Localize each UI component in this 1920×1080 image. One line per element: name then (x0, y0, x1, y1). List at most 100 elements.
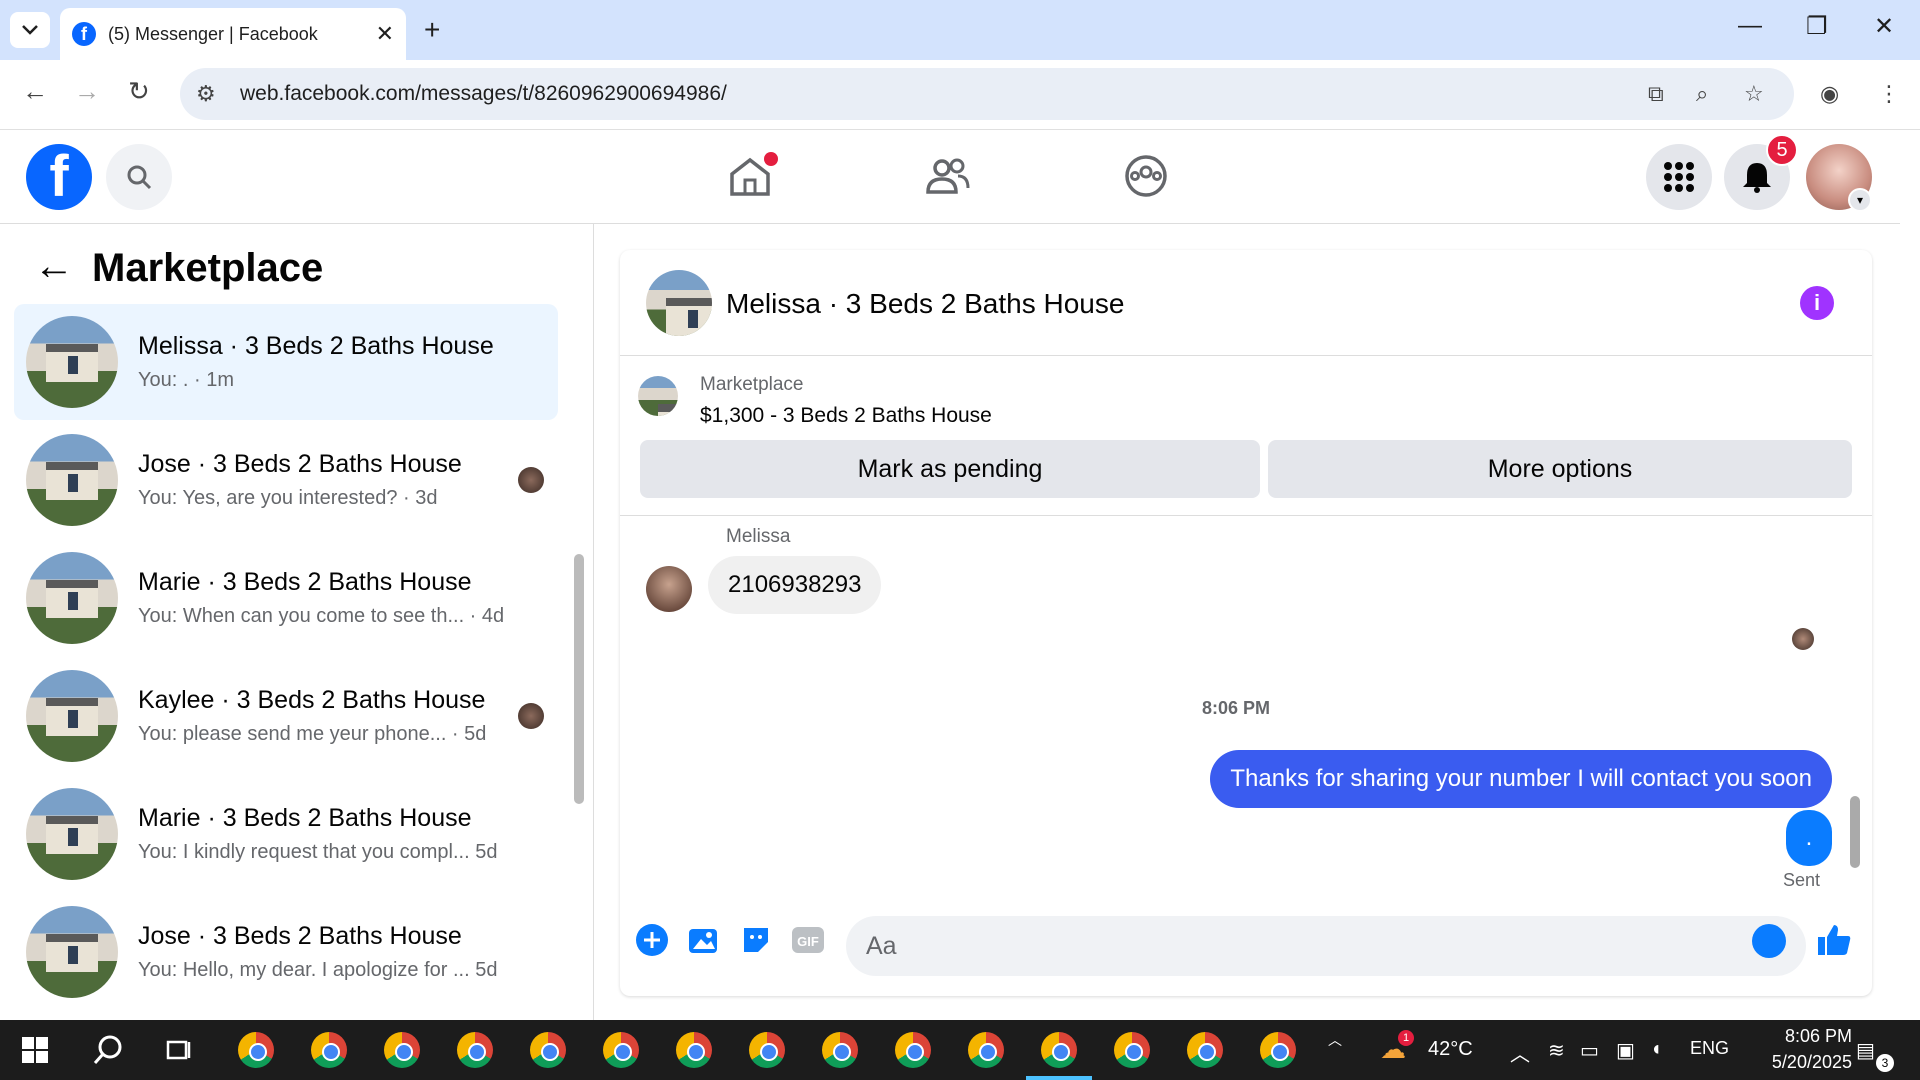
tab-search-button[interactable] (10, 12, 50, 48)
site-info-icon[interactable]: ⚙ (196, 81, 216, 107)
outgoing-message[interactable]: Thanks for sharing your number I will co… (1210, 750, 1832, 808)
chat-title[interactable]: Melissa · 3 Beds 2 Baths House (726, 288, 1124, 320)
conversation-item[interactable]: Marie · 3 Beds 2 Baths House You: I kind… (14, 776, 558, 892)
conversation-item[interactable]: Melissa · 3 Beds 2 Baths House You: . · … (14, 304, 558, 420)
outgoing-message[interactable]: . (1786, 810, 1832, 866)
sticker-button[interactable] (738, 922, 774, 958)
overflow-chevron-icon[interactable]: ︿ (1328, 1030, 1342, 1050)
chat-header: Melissa · 3 Beds 2 Baths House i (620, 250, 1872, 356)
conversation-sidebar: ← Marketplace Melissa · 3 Beds 2 Baths H… (0, 224, 594, 1020)
notification-center-icon[interactable]: ▤ (1856, 1038, 1875, 1063)
battery-icon[interactable]: ▭ (1580, 1038, 1599, 1063)
zoom-icon[interactable]: ⌕ (1696, 81, 1708, 107)
chrome-app-icon[interactable] (1187, 1032, 1223, 1068)
more-actions-button[interactable] (634, 922, 670, 958)
menu-button[interactable] (1646, 144, 1712, 210)
language-indicator[interactable]: ENG (1690, 1038, 1729, 1059)
chrome-app-icon[interactable] (1260, 1032, 1296, 1068)
search-button[interactable] (106, 144, 172, 210)
groups-icon (1125, 155, 1167, 197)
listing-thumbnail[interactable] (638, 376, 678, 416)
chrome-app-icon[interactable] (1114, 1032, 1150, 1068)
conversation-name: Jose · 3 Beds 2 Baths House (138, 922, 462, 950)
listing-thumbnail (26, 670, 118, 762)
svg-text:GIF: GIF (797, 934, 819, 949)
volume-icon[interactable]: ◖ (1650, 1038, 1662, 1061)
search-icon[interactable] (92, 1034, 124, 1066)
chrome-app-icon[interactable] (822, 1032, 858, 1068)
menu-icon[interactable]: ⋮ (1878, 81, 1900, 107)
restore-icon[interactable]: ❐ (1806, 12, 1828, 41)
chrome-app-icon[interactable] (311, 1032, 347, 1068)
like-button[interactable] (1816, 922, 1852, 958)
attach-photo-button[interactable] (686, 922, 722, 958)
close-tab-icon[interactable]: ✕ (376, 21, 394, 47)
conversation-preview: You: Hello, my dear. I apologize for ...… (138, 959, 498, 981)
back-icon[interactable]: ← (22, 76, 48, 107)
emoji-icon[interactable] (1752, 924, 1786, 958)
bookmark-star-icon[interactable]: ☆ (1744, 81, 1764, 107)
facebook-logo[interactable]: f (26, 144, 92, 210)
clock-time[interactable]: 8:06 PM (1752, 1026, 1852, 1047)
chat-scrollbar[interactable] (1850, 796, 1860, 868)
listing-label: Marketplace (700, 374, 804, 395)
install-app-icon[interactable]: ⧉ (1648, 81, 1664, 107)
minimize-icon[interactable]: — (1738, 12, 1762, 40)
profile-icon[interactable]: ◉ (1820, 81, 1839, 107)
close-window-icon[interactable]: ✕ (1874, 12, 1894, 41)
sidebar-scrollbar[interactable] (574, 554, 584, 804)
chrome-app-icon[interactable] (384, 1032, 420, 1068)
address-bar[interactable]: web.facebook.com/messages/t/826096290069… (180, 68, 1794, 120)
temperature[interactable]: 42°C (1428, 1038, 1473, 1061)
message-timestamp: 8:06 PM (1201, 698, 1271, 718)
browser-toolbar: ← → ↻ web.facebook.com/messages/t/826096… (0, 60, 1920, 130)
search-icon (127, 165, 152, 190)
marketplace-listing-card: Marketplace $1,300 - 3 Beds 2 Baths Hous… (620, 356, 1872, 516)
chrome-app-icon[interactable] (530, 1032, 566, 1068)
reload-icon[interactable]: ↻ (128, 76, 150, 107)
forward-icon[interactable]: → (74, 76, 100, 107)
conversation-item[interactable]: Kaylee · 3 Beds 2 Baths House You: pleas… (14, 658, 558, 774)
chat-panel: Melissa · 3 Beds 2 Baths House i Marketp… (620, 250, 1872, 996)
conversation-preview: You: I kindly request that you compl... … (138, 841, 498, 863)
message-input[interactable]: Aa (846, 916, 1806, 976)
sender-avatar[interactable] (646, 566, 692, 612)
listing-price[interactable]: $1,300 - 3 Beds 2 Baths House (700, 404, 992, 428)
conversation-item[interactable]: Marie · 3 Beds 2 Baths House You: When c… (14, 540, 558, 656)
seen-avatar (518, 467, 544, 493)
gif-button[interactable]: GIF (790, 922, 826, 958)
chrome-app-icon[interactable] (895, 1032, 931, 1068)
chrome-app-icon[interactable] (749, 1032, 785, 1068)
chat-listing-thumbnail[interactable] (646, 270, 712, 336)
task-view-icon[interactable] (164, 1036, 192, 1064)
friends-tab[interactable] (924, 152, 972, 205)
chrome-app-icon[interactable] (457, 1032, 493, 1068)
new-tab-icon[interactable]: + (424, 14, 440, 46)
back-arrow-icon[interactable]: ← (34, 244, 74, 289)
chrome-app-icon-active[interactable] (1041, 1032, 1077, 1068)
home-tab[interactable] (726, 152, 778, 205)
listing-thumbnail (26, 788, 118, 880)
active-tab[interactable]: f (5) Messenger | Facebook ✕ (60, 8, 406, 60)
sticker-icon (744, 928, 768, 952)
windows-start-icon[interactable] (22, 1037, 48, 1063)
incoming-message[interactable]: 2106938293 (708, 556, 882, 614)
chrome-app-icon[interactable] (603, 1032, 639, 1068)
more-options-button[interactable]: More options (1268, 440, 1852, 498)
tray-expand-icon[interactable]: ︿ (1510, 1038, 1530, 1067)
mark-pending-button[interactable]: Mark as pending (640, 440, 1260, 498)
info-icon[interactable]: i (1800, 286, 1834, 320)
chrome-app-icon[interactable] (238, 1032, 274, 1068)
chrome-app-icon[interactable] (676, 1032, 712, 1068)
weather-badge: 1 (1398, 1030, 1414, 1046)
meet-icon[interactable]: ▣ (1616, 1038, 1635, 1063)
chrome-app-icon[interactable] (968, 1032, 1004, 1068)
wifi-icon[interactable]: ≋ (1548, 1038, 1565, 1063)
sender-name: Melissa (726, 526, 791, 547)
groups-tab[interactable] (1122, 152, 1170, 205)
conversation-item[interactable]: Jose · 3 Beds 2 Baths House You: Hello, … (14, 894, 558, 1010)
account-caret-icon[interactable]: ▾ (1848, 188, 1872, 212)
clock-date[interactable]: 5/20/2025 (1742, 1052, 1852, 1073)
listing-thumbnail (26, 906, 118, 998)
conversation-item[interactable]: Jose · 3 Beds 2 Baths House You: Yes, ar… (14, 422, 558, 538)
